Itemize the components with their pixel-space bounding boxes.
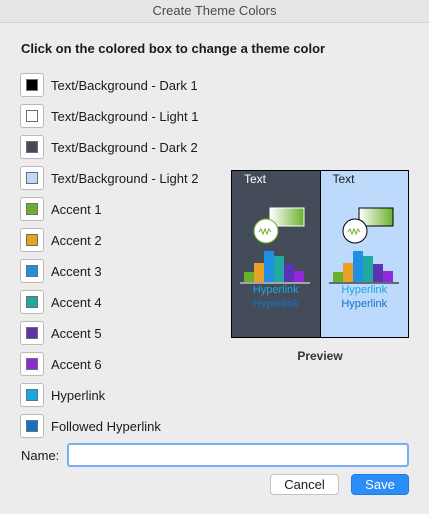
theme-color-label: Accent 6 bbox=[51, 356, 102, 372]
color-swatch-button[interactable] bbox=[20, 135, 44, 159]
theme-color-label: Accent 4 bbox=[51, 294, 102, 310]
preview-hyperlink: Hyperlink bbox=[341, 284, 388, 296]
color-swatch-button[interactable] bbox=[20, 290, 44, 314]
theme-color-row-light1: Text/Background - Light 1 bbox=[20, 103, 198, 129]
theme-color-label: Accent 3 bbox=[51, 263, 102, 279]
preview-graphic bbox=[240, 207, 310, 284]
color-swatch bbox=[26, 203, 38, 215]
color-swatch-button[interactable] bbox=[20, 104, 44, 128]
color-swatch-button[interactable] bbox=[20, 73, 44, 97]
theme-color-row-accent4: Accent 4 bbox=[20, 289, 102, 315]
color-swatch-button[interactable] bbox=[20, 197, 44, 221]
theme-preview: Text Hyperlink Hyperlink Text Hyperlink … bbox=[231, 170, 409, 338]
preview-dark-pane: Text Hyperlink Hyperlink bbox=[232, 171, 320, 337]
theme-color-label: Text/Background - Dark 2 bbox=[51, 139, 198, 155]
color-swatch-button[interactable] bbox=[20, 228, 44, 252]
instruction-text: Click on the colored box to change a the… bbox=[21, 41, 326, 56]
theme-color-row-accent1: Accent 1 bbox=[20, 196, 102, 222]
theme-color-label: Accent 2 bbox=[51, 232, 102, 248]
theme-color-row-accent6: Accent 6 bbox=[20, 351, 102, 377]
color-swatch-button[interactable] bbox=[20, 321, 44, 345]
name-input[interactable] bbox=[67, 443, 409, 467]
color-swatch-button[interactable] bbox=[20, 414, 44, 438]
theme-color-label: Text/Background - Dark 1 bbox=[51, 77, 198, 93]
color-swatch bbox=[26, 296, 38, 308]
color-swatch-button[interactable] bbox=[20, 259, 44, 283]
theme-color-label: Accent 1 bbox=[51, 201, 102, 217]
color-swatch bbox=[26, 79, 38, 91]
preview-hyperlink: Hyperlink bbox=[252, 284, 299, 296]
theme-color-label: Hyperlink bbox=[51, 387, 106, 403]
color-swatch bbox=[26, 141, 38, 153]
color-swatch bbox=[26, 110, 38, 122]
color-swatch bbox=[26, 389, 38, 401]
color-swatch-button[interactable] bbox=[20, 352, 44, 376]
theme-color-label: Accent 5 bbox=[51, 325, 102, 341]
color-swatch bbox=[26, 172, 38, 184]
theme-color-label: Text/Background - Light 1 bbox=[51, 108, 199, 124]
color-swatch bbox=[26, 420, 38, 432]
save-button[interactable]: Save bbox=[351, 474, 409, 495]
window-title: Create Theme Colors bbox=[0, 0, 429, 23]
theme-color-row-followed-hyperlink: Followed Hyperlink bbox=[20, 413, 161, 439]
cancel-button[interactable]: Cancel bbox=[270, 474, 339, 495]
preview-followed-hyperlink: Hyperlink bbox=[252, 298, 299, 310]
theme-color-row-dark2: Text/Background - Dark 2 bbox=[20, 134, 198, 160]
preview-label: Preview bbox=[297, 349, 343, 363]
color-swatch-button[interactable] bbox=[20, 383, 44, 407]
theme-color-label: Followed Hyperlink bbox=[51, 418, 161, 434]
preview-followed-hyperlink: Hyperlink bbox=[341, 298, 388, 310]
theme-color-row-accent2: Accent 2 bbox=[20, 227, 102, 253]
color-swatch bbox=[26, 327, 38, 339]
theme-color-label: Text/Background - Light 2 bbox=[51, 170, 199, 186]
preview-graphic bbox=[328, 207, 399, 284]
color-swatch bbox=[26, 265, 38, 277]
theme-color-row-light2: Text/Background - Light 2 bbox=[20, 165, 198, 191]
color-swatch bbox=[26, 234, 38, 246]
name-label: Name: bbox=[21, 448, 60, 463]
theme-color-row-accent5: Accent 5 bbox=[20, 320, 102, 346]
theme-color-row-dark1: Text/Background - Dark 1 bbox=[20, 72, 198, 98]
theme-color-row-hyperlink: Hyperlink bbox=[20, 382, 105, 408]
color-swatch bbox=[26, 358, 38, 370]
preview-light-pane: Text Hyperlink Hyperlink bbox=[320, 171, 408, 337]
color-swatch-button[interactable] bbox=[20, 166, 44, 190]
theme-color-row-accent3: Accent 3 bbox=[20, 258, 102, 284]
